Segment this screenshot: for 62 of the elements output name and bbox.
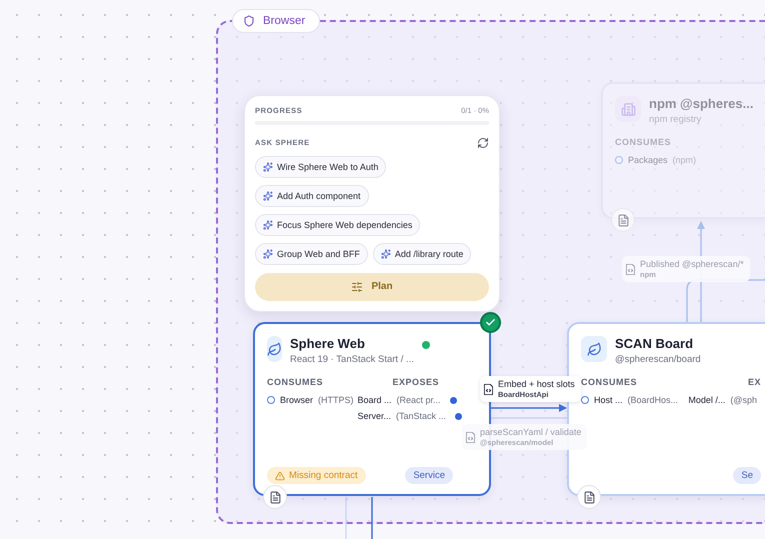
port-detail: (HTTPS)	[318, 395, 354, 405]
document-button[interactable]	[577, 485, 601, 509]
section-label: CONSUMES	[581, 377, 638, 387]
node-type-tag: Service	[405, 467, 453, 484]
port-ring-icon	[267, 396, 275, 404]
port-dot	[455, 412, 462, 420]
port-detail: (TanStack ...	[396, 411, 446, 421]
suggestion-chip[interactable]: Wire Sphere Web to Auth	[255, 156, 386, 178]
sparkle-icon	[380, 248, 391, 259]
warning-icon	[275, 470, 285, 480]
code-file-icon	[626, 264, 635, 274]
section-label: EXPOSES	[392, 377, 439, 387]
port-name: Host ...	[594, 395, 623, 405]
node-subtitle: React 19 · TanStack Start / ...	[290, 354, 414, 365]
document-button[interactable]	[611, 208, 635, 232]
sliders-icon	[351, 280, 364, 293]
port-name: Packages	[628, 155, 668, 165]
node-type-tag: Se	[733, 467, 761, 484]
section-label: CONSUMES	[267, 377, 324, 387]
section-label: EX	[748, 377, 761, 387]
plan-button[interactable]: Plan	[255, 272, 489, 301]
shield-icon	[243, 15, 255, 27]
port-detail: (@sph	[730, 395, 757, 405]
suggestion-chip[interactable]: Focus Sphere Web dependencies	[255, 214, 420, 236]
group-label[interactable]: Browser	[232, 9, 320, 33]
document-button[interactable]	[263, 485, 287, 509]
group-title: Browser	[263, 15, 306, 27]
port-name: Browser	[280, 395, 314, 405]
suggestion-chip[interactable]: Group Web and BFF	[255, 242, 368, 265]
connector-line	[371, 497, 373, 539]
port-detail: (React pr...	[396, 395, 441, 405]
sparkle-icon	[263, 162, 273, 172]
connector-line	[345, 497, 347, 539]
port-name: Model /...	[688, 395, 726, 405]
node-subtitle: npm registry	[649, 114, 702, 125]
leaf-icon	[267, 336, 282, 362]
port-detail: (BoardHos...	[628, 395, 678, 405]
sparkle-icon	[263, 220, 273, 230]
node-title: SCAN Board	[615, 336, 694, 351]
port-ring-icon	[615, 156, 623, 164]
node-title: Sphere Web	[290, 336, 366, 351]
sparkle-icon	[263, 248, 273, 259]
refresh-icon[interactable]	[477, 136, 489, 149]
edge-title: Published @spherescan/*	[640, 259, 744, 269]
node-title: npm @spheres...	[649, 96, 754, 111]
port-dot	[450, 396, 457, 404]
code-file-icon	[466, 432, 475, 442]
building-icon	[615, 96, 641, 122]
document-icon	[582, 490, 596, 504]
port-name: Board ...	[358, 395, 392, 405]
document-icon	[616, 214, 630, 226]
suggestion-chip[interactable]: Add Auth component	[255, 184, 369, 207]
suggestion-chip[interactable]: Add /library route	[372, 242, 472, 265]
port-name: Server...	[358, 411, 392, 421]
node-subtitle: @spherescan/board	[615, 354, 702, 365]
port-detail: (npm)	[672, 155, 696, 165]
section-label: CONSUMES	[615, 137, 672, 147]
warning-text: Missing contract	[289, 470, 358, 481]
document-icon	[268, 490, 282, 504]
code-file-icon	[484, 384, 493, 394]
sparkle-icon	[263, 190, 273, 201]
leaf-icon	[581, 336, 607, 362]
